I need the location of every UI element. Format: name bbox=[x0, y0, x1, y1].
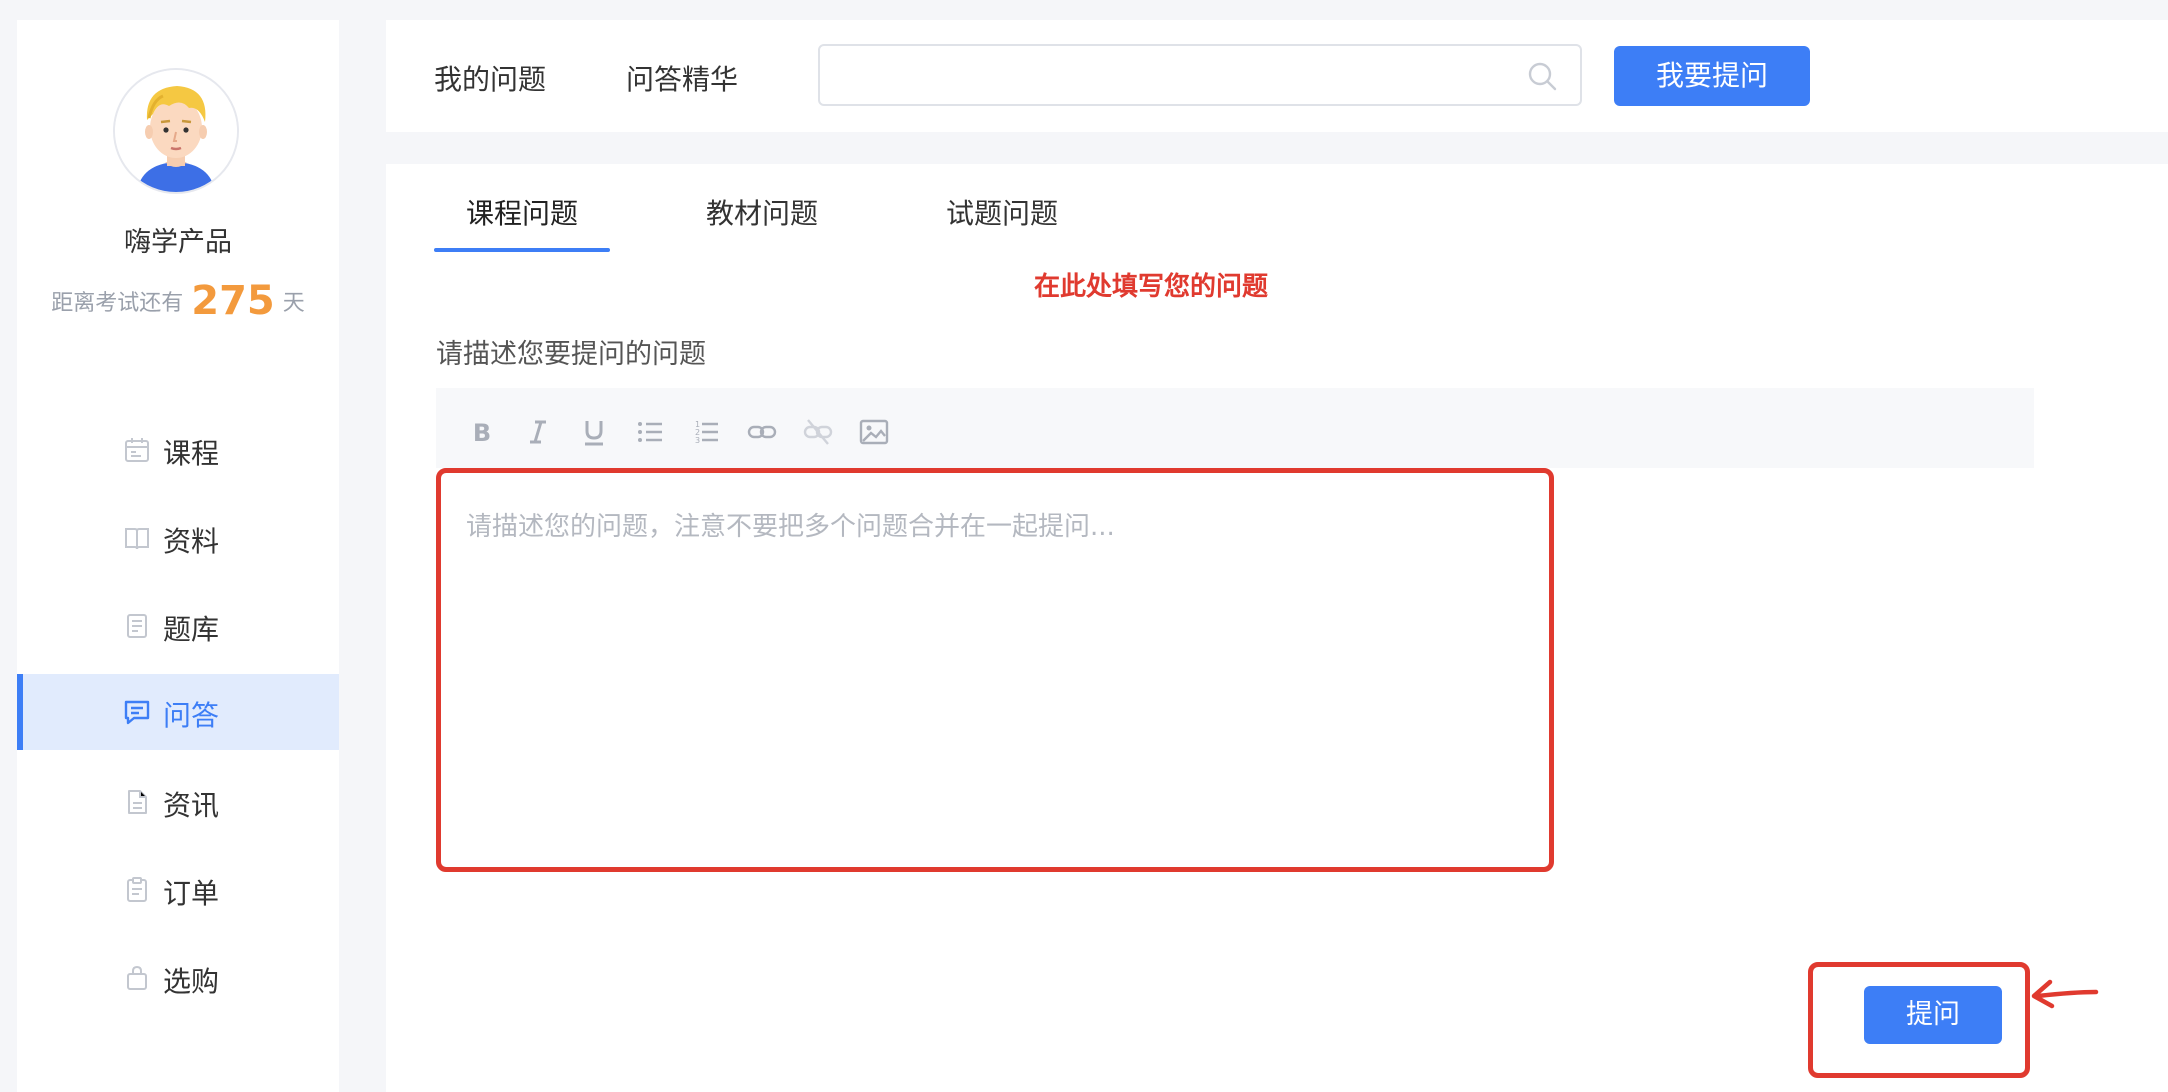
tab-textbook-questions[interactable]: 教材问题 bbox=[706, 192, 818, 232]
bag-icon bbox=[127, 965, 147, 990]
sidebar-item-label: 课程 bbox=[163, 437, 220, 470]
editor-toolbar: B 123 bbox=[436, 388, 2034, 468]
editor-hint-annotation: 在此处填写您的问题 bbox=[1034, 272, 1269, 302]
countdown-days: 275 bbox=[191, 278, 275, 324]
search-box bbox=[818, 44, 1582, 106]
featured-qa-link[interactable]: 问答精华 bbox=[626, 58, 738, 98]
exam-countdown: 距离考试还有 275 天 bbox=[17, 278, 339, 324]
arrow-left-icon bbox=[2031, 979, 2099, 1009]
sidebar-item-label: 选购 bbox=[163, 965, 220, 998]
bullet-list-icon[interactable] bbox=[634, 416, 666, 448]
countdown-suffix: 天 bbox=[282, 291, 305, 316]
book-icon bbox=[125, 528, 149, 550]
unlink-icon[interactable] bbox=[802, 416, 834, 448]
submit-highlight-box bbox=[1808, 962, 2030, 1078]
sidebar-item-materials[interactable]: 资料 bbox=[17, 500, 339, 576]
avatar-illustration bbox=[115, 70, 237, 192]
bold-icon[interactable]: B bbox=[466, 416, 498, 448]
countdown-prefix: 距离考试还有 bbox=[51, 291, 184, 316]
active-tab-indicator bbox=[434, 248, 610, 252]
chat-icon bbox=[124, 700, 150, 725]
receipt-icon bbox=[127, 877, 147, 902]
sidebar-item-label: 题库 bbox=[163, 613, 220, 646]
sidebar-item-orders[interactable]: 订单 bbox=[17, 852, 339, 928]
italic-icon[interactable] bbox=[522, 416, 554, 448]
sidebar-item-label: 问答 bbox=[163, 699, 220, 732]
sidebar: 嗨学产品 距离考试还有 275 天 课程 资料 题库 问答 资讯 订单 选购 bbox=[17, 20, 339, 1092]
sidebar-item-label: 资料 bbox=[163, 525, 220, 558]
my-questions-link[interactable]: 我的问题 bbox=[434, 58, 546, 98]
sidebar-item-qa[interactable]: 问答 bbox=[17, 674, 339, 750]
editor-highlight-box bbox=[436, 468, 1554, 872]
link-icon[interactable] bbox=[746, 416, 778, 448]
sidebar-item-courses[interactable]: 课程 bbox=[17, 412, 339, 488]
file-icon bbox=[128, 790, 147, 814]
tab-exam-questions[interactable]: 试题问题 bbox=[946, 192, 1058, 232]
numbered-list-icon[interactable]: 123 bbox=[690, 416, 722, 448]
sidebar-item-shop[interactable]: 选购 bbox=[17, 940, 339, 1016]
svg-text:3: 3 bbox=[695, 436, 700, 445]
image-icon[interactable] bbox=[858, 416, 890, 448]
svg-text:B: B bbox=[473, 419, 491, 447]
underline-icon[interactable] bbox=[578, 416, 610, 448]
tab-course-questions[interactable]: 课程问题 bbox=[466, 192, 578, 232]
document-icon bbox=[127, 614, 147, 638]
avatar[interactable] bbox=[113, 68, 239, 194]
sidebar-item-news[interactable]: 资讯 bbox=[17, 764, 339, 840]
question-form-label: 请描述您要提问的问题 bbox=[436, 339, 706, 370]
calendar-icon bbox=[125, 438, 149, 462]
sidebar-item-question-bank[interactable]: 题库 bbox=[17, 588, 339, 664]
username: 嗨学产品 bbox=[124, 227, 232, 258]
sidebar-item-label: 订单 bbox=[163, 877, 220, 910]
ask-question-button[interactable]: 我要提问 bbox=[1614, 46, 1810, 106]
search-input[interactable] bbox=[834, 56, 1518, 96]
top-bar: 我的问题 问答精华 我要提问 bbox=[386, 20, 2168, 132]
search-icon[interactable] bbox=[1526, 60, 1558, 92]
sidebar-item-label: 资讯 bbox=[163, 789, 220, 822]
